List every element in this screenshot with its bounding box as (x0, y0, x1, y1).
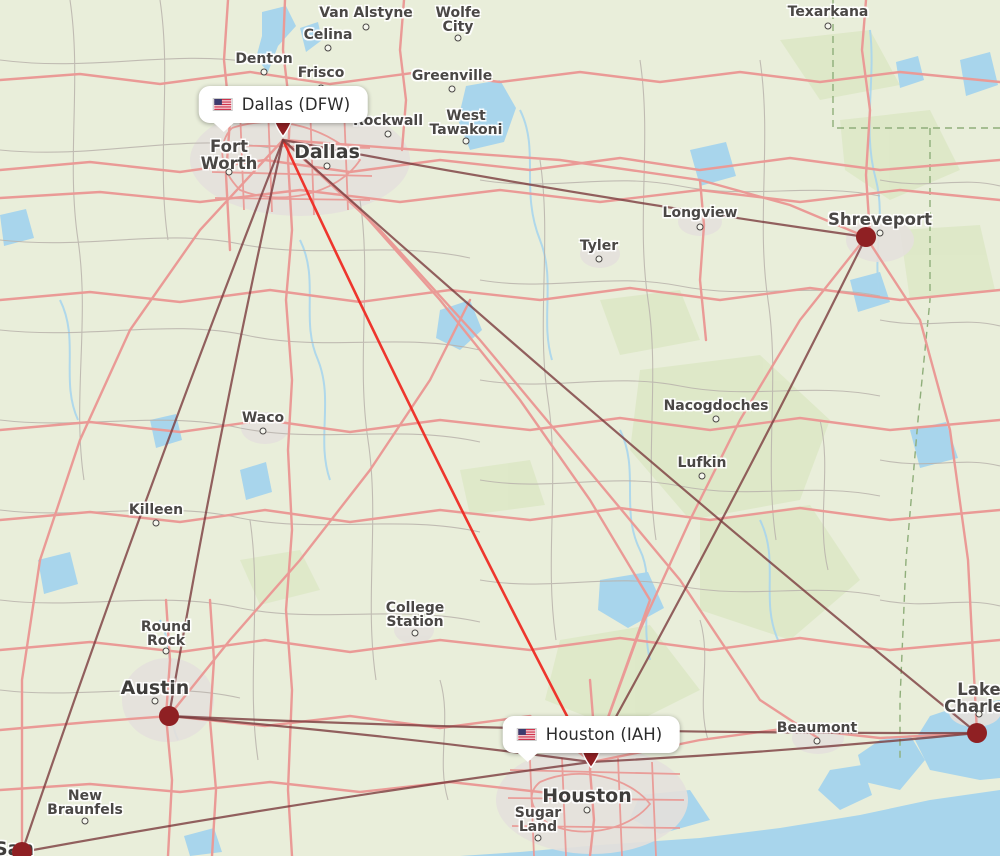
airport-node[interactable] (967, 723, 987, 743)
town-dot (975, 710, 983, 718)
airport-tooltip-iah[interactable]: Houston (IAH) (502, 716, 680, 762)
town-dot (411, 629, 419, 637)
town-dot (362, 23, 370, 31)
town-dot (260, 68, 268, 76)
town-dot (595, 255, 603, 263)
airport-node[interactable] (159, 706, 179, 726)
town-dot (81, 817, 89, 825)
town-dot (259, 427, 267, 435)
airport-node[interactable] (12, 842, 32, 856)
town-dot (462, 137, 470, 145)
airport-tooltip-label: Houston (IAH) (545, 725, 663, 744)
town-dot (323, 162, 331, 170)
us-flag-icon (212, 98, 233, 111)
town-dot (696, 223, 704, 231)
town-dot (583, 806, 591, 814)
map-canvas (0, 0, 1000, 856)
airport-tooltip-label: Dallas (DFW) (241, 95, 351, 114)
town-dot (448, 85, 456, 93)
town-dot (534, 834, 542, 842)
town-dot (324, 44, 332, 52)
town-dot (712, 415, 720, 423)
town-dot (162, 647, 170, 655)
airport-tooltip-dfw[interactable]: Dallas (DFW) (198, 86, 368, 132)
flight-route-map[interactable]: Van Alstyne Wolfe City Texarkana Celina Dent… (0, 0, 1000, 856)
us-flag-icon (516, 728, 537, 741)
town-dot (225, 168, 233, 176)
town-dot (152, 519, 160, 527)
town-dot (813, 737, 821, 745)
town-dot (824, 22, 832, 30)
town-dot (151, 697, 159, 705)
town-dot (698, 472, 706, 480)
town-dot (454, 34, 462, 42)
town-dot (876, 229, 884, 237)
town-dot (384, 130, 392, 138)
airport-node[interactable] (856, 227, 876, 247)
